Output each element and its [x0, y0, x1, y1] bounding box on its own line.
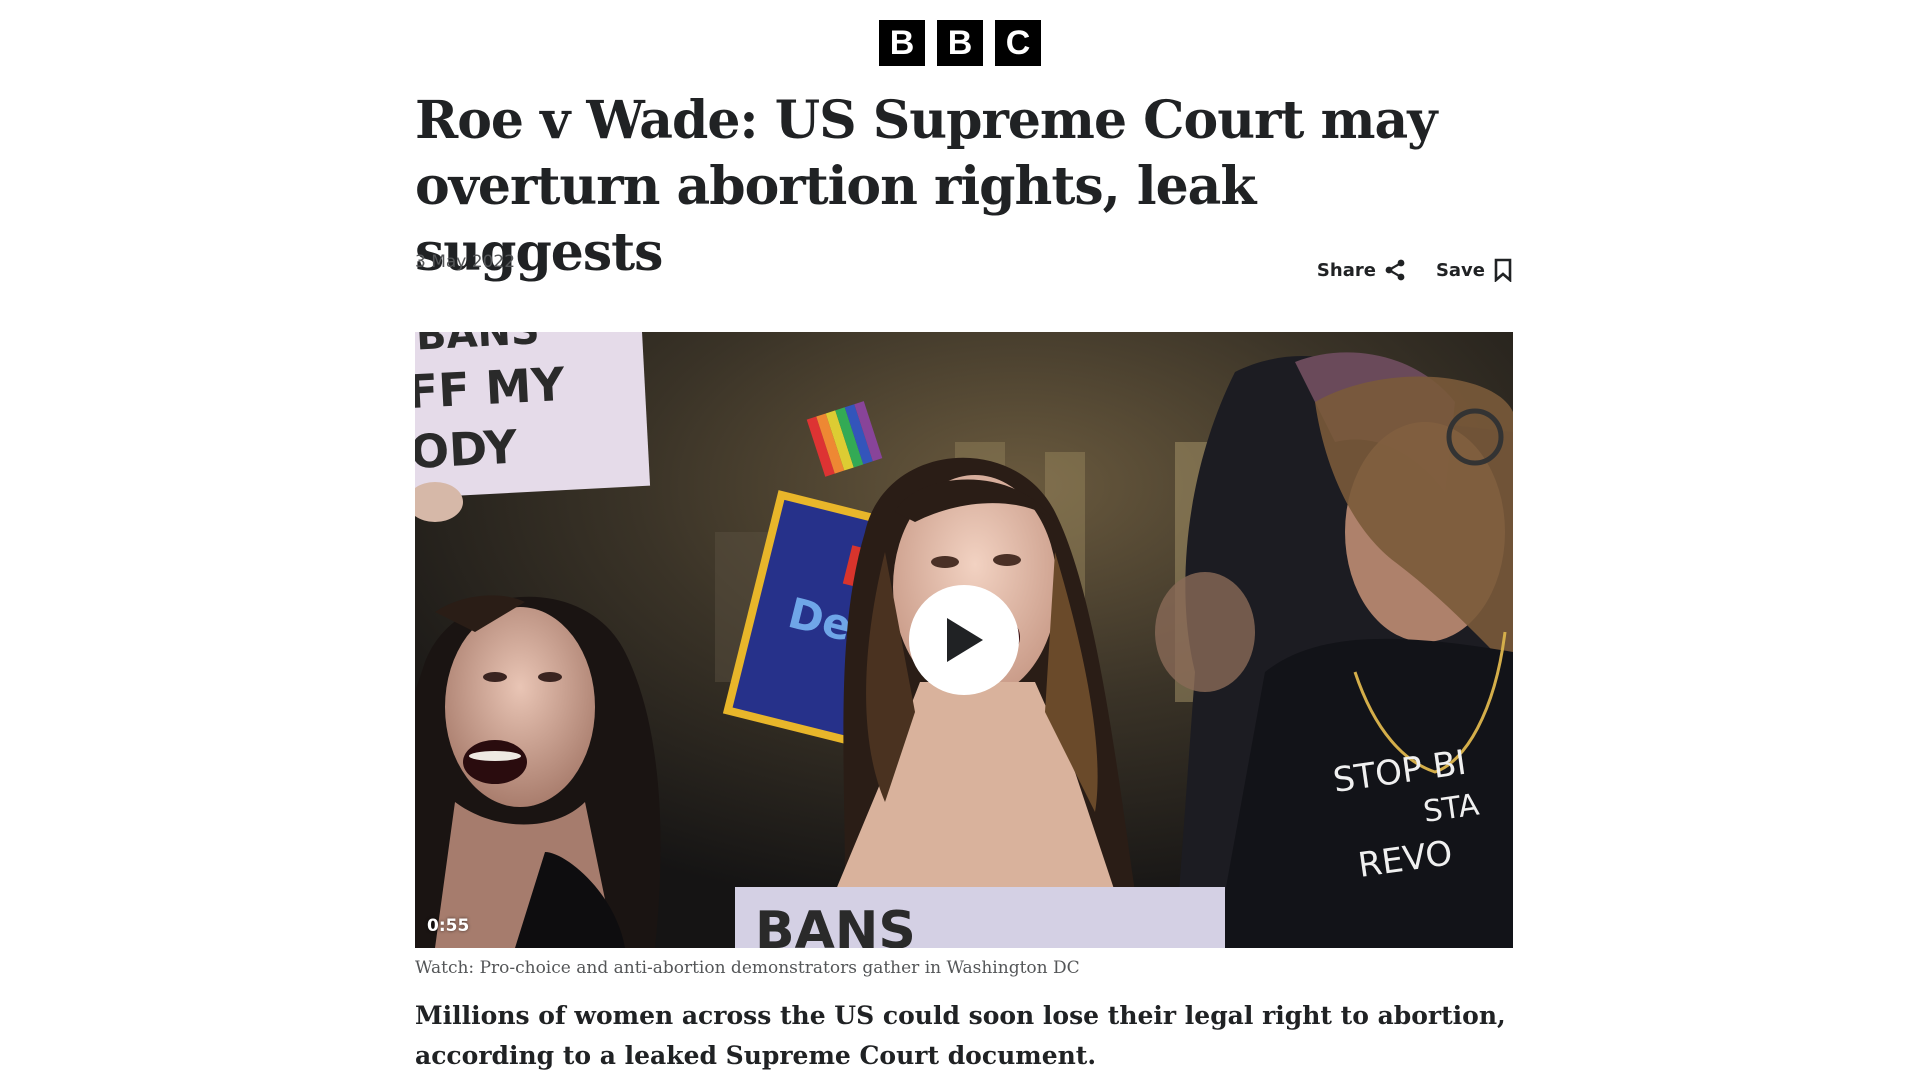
play-button[interactable]	[909, 585, 1019, 695]
svg-text:FF MY: FF MY	[415, 357, 567, 419]
share-icon	[1385, 259, 1405, 281]
bbc-logo[interactable]: B B C	[879, 20, 1041, 66]
media-caption: Watch: Pro-choice and anti-abortion demo…	[415, 958, 1080, 978]
sign-bans-off-my-body: BANS FF MY ODY	[415, 332, 651, 499]
svg-text:BANS: BANS	[755, 901, 916, 948]
video-duration: 0:55	[427, 916, 470, 936]
bookmark-icon	[1494, 258, 1512, 282]
play-icon	[947, 618, 983, 662]
bbc-logo-block-3: C	[995, 20, 1041, 66]
bbc-logo-block-2: B	[937, 20, 983, 66]
share-button[interactable]: Share	[1317, 259, 1406, 281]
video-player[interactable]: BANS FF MY ODY Li Den	[415, 332, 1513, 948]
article-actions: Share Save	[1317, 258, 1513, 282]
article-date: 3 May 2022	[415, 252, 516, 272]
article-lede: Millions of women across the US could so…	[415, 1001, 1506, 1070]
save-button[interactable]: Save	[1436, 258, 1513, 282]
article-meta-row: 3 May 2022 Share Save	[415, 252, 1513, 288]
save-label: Save	[1435, 259, 1485, 281]
bbc-logo-block-1: B	[879, 20, 925, 66]
share-label: Share	[1316, 259, 1376, 281]
svg-text:ODY: ODY	[415, 419, 519, 479]
